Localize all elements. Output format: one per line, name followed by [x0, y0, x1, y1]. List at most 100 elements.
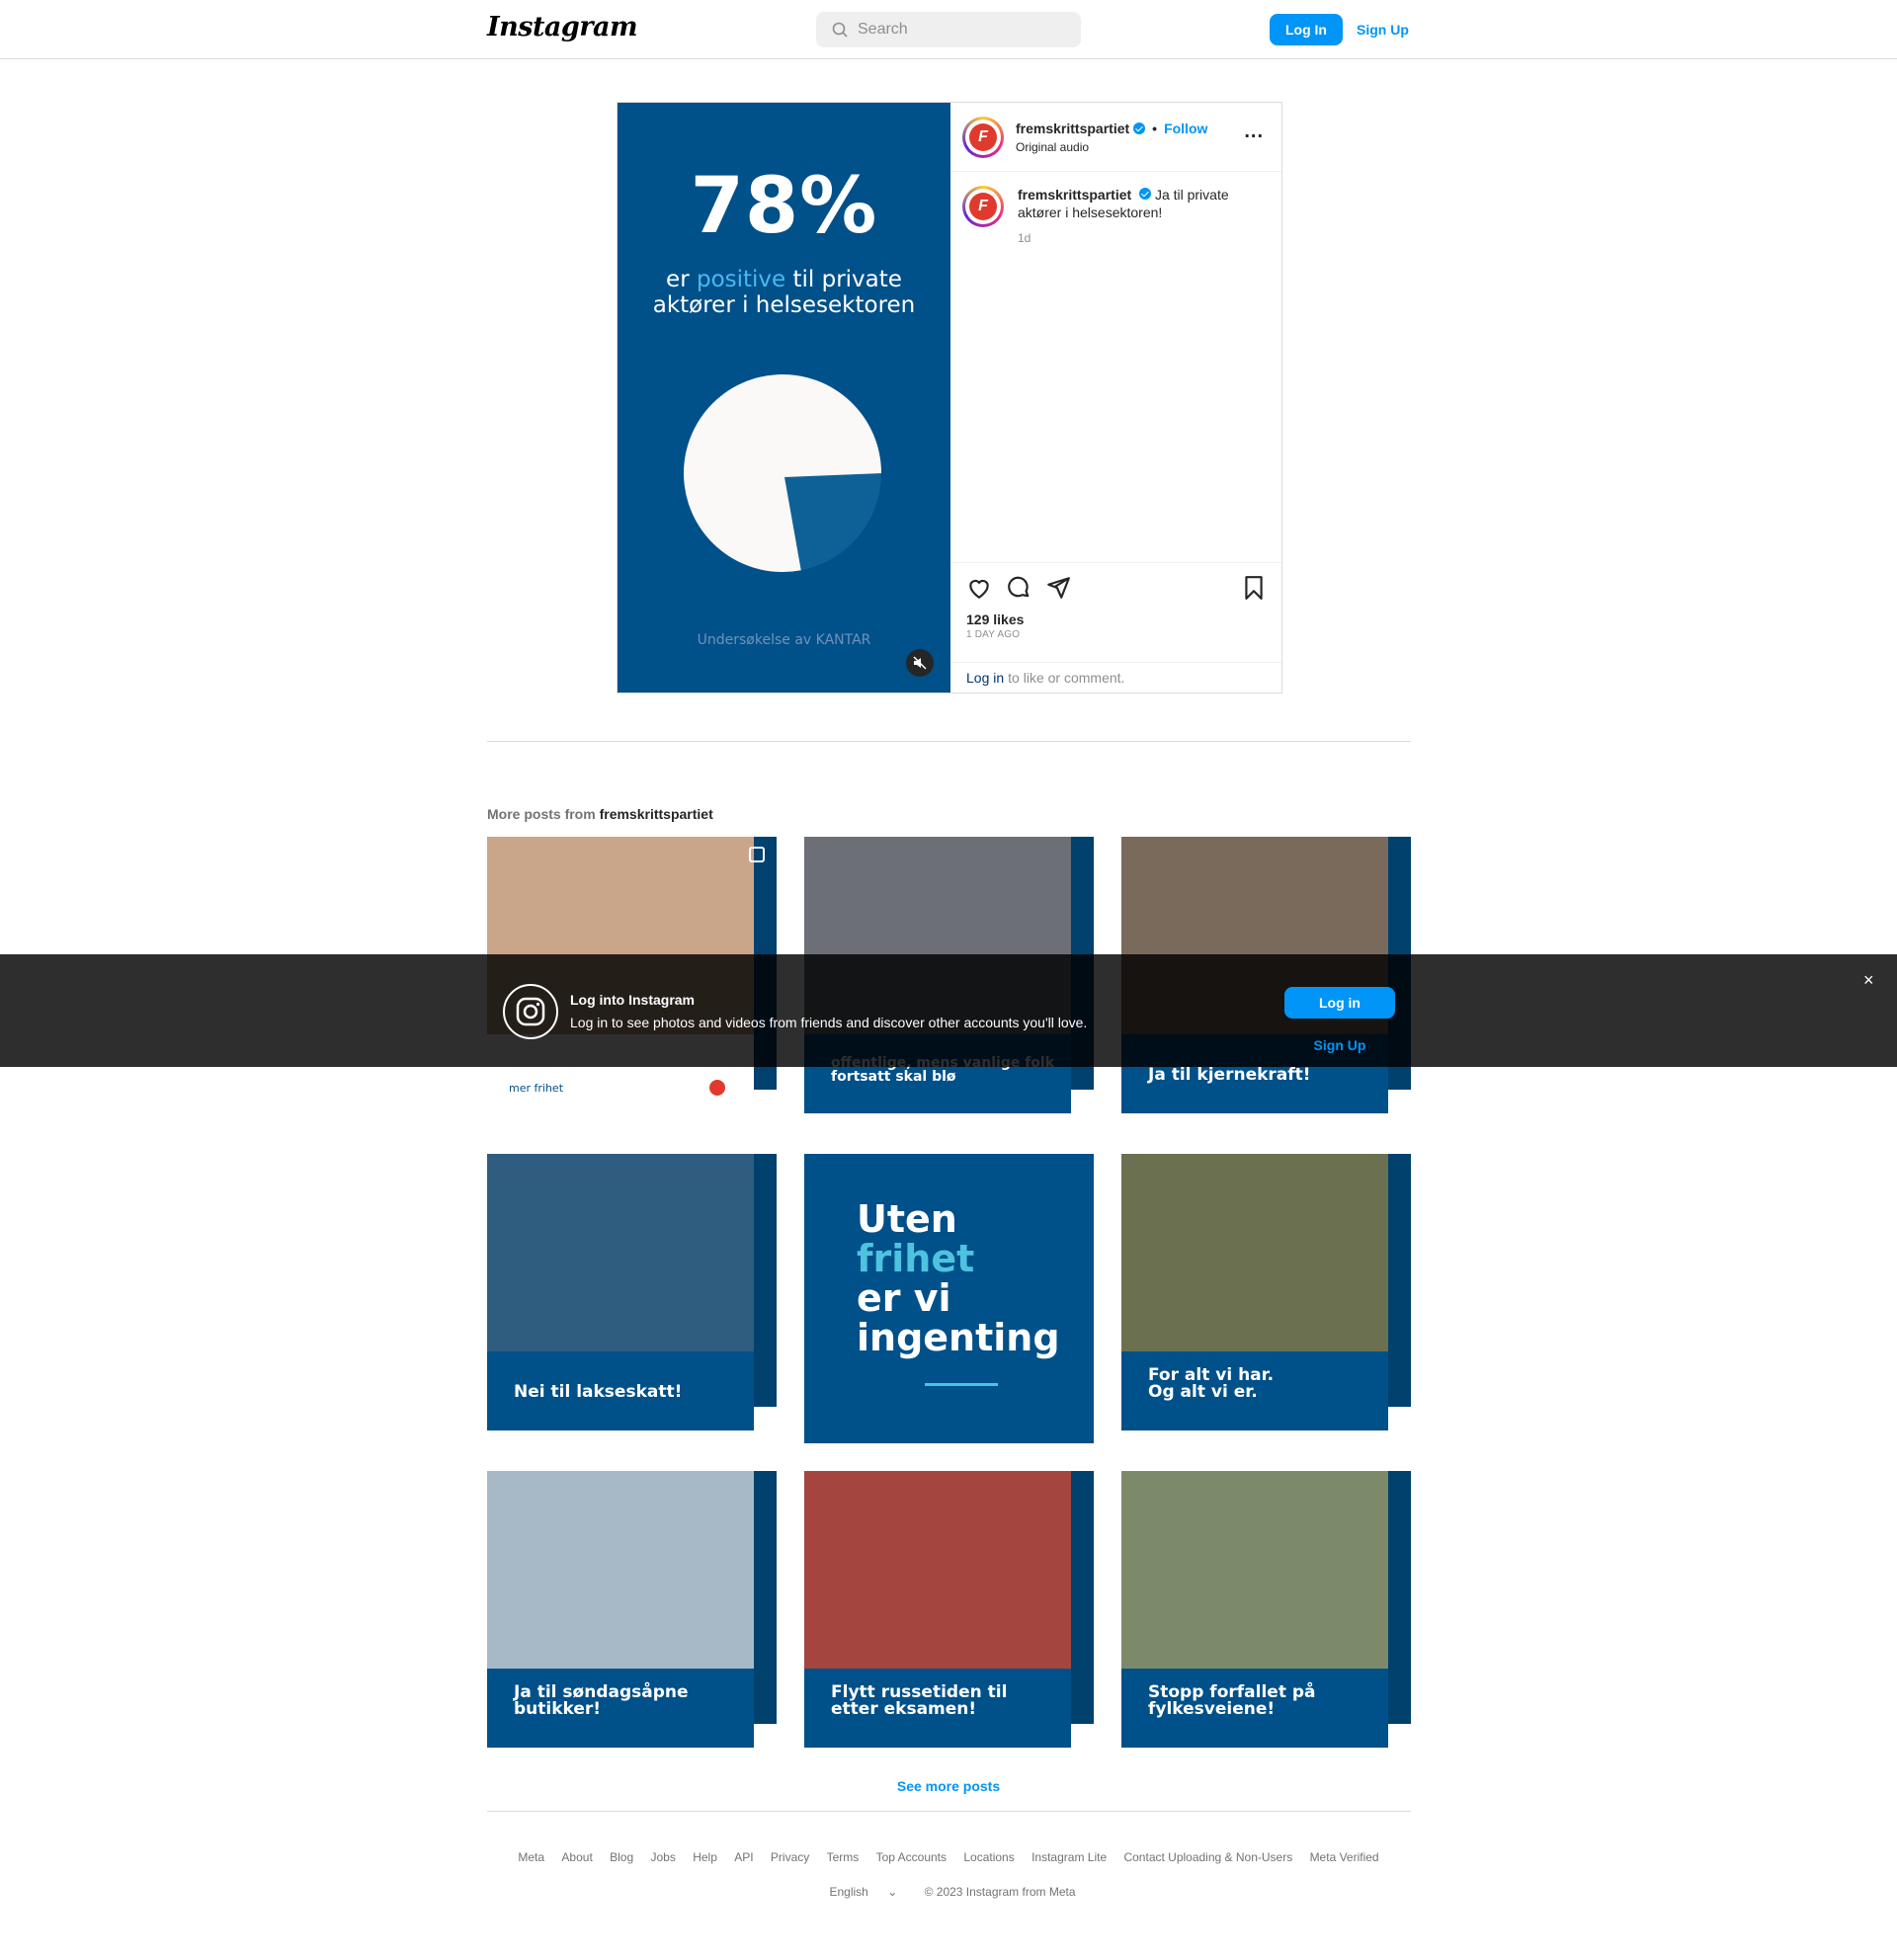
footer-links: Meta About Blog Jobs Help API Privacy Te… — [0, 1850, 1897, 1864]
language-label: English — [829, 1885, 868, 1899]
avatar-inner: F — [965, 189, 1001, 224]
login-banner: Log into Instagram Log in to see photos … — [0, 954, 1897, 1067]
tile-footer: mer frihet — [487, 1070, 754, 1113]
media-pie-chart — [684, 374, 881, 572]
footer-link-blog[interactable]: Blog — [610, 1850, 633, 1864]
grid-tile-9[interactable]: Stopp forfallet på fylkesveiene! — [1121, 1471, 1411, 1760]
heart-icon[interactable] — [966, 575, 992, 601]
media-line1-pre: er — [666, 267, 697, 292]
banner-signup-button[interactable]: Sign Up — [1284, 1029, 1395, 1061]
party-logo-icon: F — [969, 193, 997, 220]
author-row: fremskrittspartiet • Follow — [1016, 121, 1207, 136]
post-actions — [950, 562, 1281, 612]
instagram-logo[interactable]: Instagram — [487, 12, 638, 42]
see-more-posts-button[interactable]: See more posts — [897, 1778, 1000, 1794]
bookmark-icon[interactable] — [1241, 575, 1267, 601]
tile-photo — [487, 1154, 754, 1351]
tile-text: Ja til kjernekraft! — [1148, 1065, 1311, 1085]
tile-text: Ja til søndagsåpne butikker! — [514, 1682, 689, 1719]
party-logo-icon — [709, 1080, 725, 1096]
post-caption: F fremskrittspartiet Ja til private aktø… — [950, 172, 1281, 562]
post-age: 1 DAY AGO — [966, 629, 1021, 640]
close-icon[interactable]: × — [1863, 970, 1874, 991]
footer-link-about[interactable]: About — [561, 1850, 592, 1864]
footer-link-meta-verified[interactable]: Meta Verified — [1310, 1850, 1379, 1864]
tile-back-strip — [754, 1471, 777, 1724]
instagram-camera-icon — [503, 984, 558, 1039]
search-box[interactable] — [816, 12, 1081, 47]
separator-dot: • — [1152, 120, 1158, 136]
login-link[interactable]: Log in — [966, 670, 1004, 686]
tile-line-1: Uten — [857, 1197, 957, 1241]
post-sidebar: F fremskrittspartiet • Follow Original a… — [950, 103, 1281, 693]
tile-back-strip — [1388, 1154, 1411, 1407]
footer-link-terms[interactable]: Terms — [827, 1850, 860, 1864]
verified-badge-icon — [1139, 188, 1152, 200]
tile-back-strip — [754, 1154, 777, 1407]
footer-link-jobs[interactable]: Jobs — [651, 1850, 676, 1864]
header-login-button[interactable]: Log In — [1270, 14, 1343, 45]
media-subtitle: er positive til private aktører i helses… — [618, 267, 950, 318]
footer-link-contact-uploading[interactable]: Contact Uploading & Non-Users — [1123, 1850, 1292, 1864]
grid-tile-6[interactable]: For alt vi har. Og alt vi er. — [1121, 1154, 1411, 1443]
tile-photo — [1121, 1154, 1388, 1351]
footer-link-privacy[interactable]: Privacy — [771, 1850, 809, 1864]
post-media[interactable]: 78% er positive til private aktører i he… — [618, 103, 950, 693]
tile-text: Flytt russetiden til etter eksamen! — [831, 1682, 1008, 1719]
grid-tile-7[interactable]: Ja til søndagsåpne butikker! — [487, 1471, 777, 1760]
carousel-icon — [749, 847, 765, 862]
media-line1-highlight: positive — [696, 267, 786, 292]
grid-tile-4[interactable]: Nei til lakseskatt! — [487, 1154, 777, 1443]
likes-count[interactable]: 129 likes — [950, 612, 1281, 627]
author-block: fremskrittspartiet • Follow Original aud… — [1016, 121, 1207, 154]
mute-button[interactable] — [906, 649, 934, 677]
more-posts-user[interactable]: fremskrittspartiet — [600, 806, 713, 822]
grid-tile-5[interactable]: Uten frihet er vi ingenting — [804, 1154, 1094, 1443]
tile-line-3: er vi — [857, 1276, 951, 1320]
language-select[interactable]: English ⌄ — [821, 1885, 905, 1899]
post-card: 78% er positive til private aktører i he… — [617, 102, 1282, 694]
party-logo-icon: F — [969, 122, 997, 151]
share-icon[interactable] — [1045, 575, 1071, 601]
more-posts-title: More posts from fremskrittspartiet — [487, 806, 713, 822]
media-line2: aktører i helsesektoren — [652, 292, 916, 318]
footer-bottom: English ⌄ © 2023 Instagram from Meta — [0, 1885, 1897, 1899]
footer-link-top-accounts[interactable]: Top Accounts — [876, 1850, 947, 1864]
footer-link-locations[interactable]: Locations — [963, 1850, 1014, 1864]
follow-button[interactable]: Follow — [1164, 121, 1207, 136]
grid-tile-8[interactable]: Flytt russetiden til etter eksamen! — [804, 1471, 1094, 1760]
footer-link-api[interactable]: API — [734, 1850, 753, 1864]
tile-photo — [487, 1471, 754, 1669]
see-more-container: See more posts — [0, 1778, 1897, 1796]
media-big-number: 78% — [690, 162, 878, 251]
tile-band: Stopp forfallet på fylkesveiene! — [1121, 1669, 1388, 1748]
more-posts-prefix: More posts from — [487, 806, 596, 822]
original-audio-link[interactable]: Original audio — [1016, 140, 1207, 154]
tile-band: Nei til lakseskatt! — [487, 1351, 754, 1430]
speaker-muted-icon — [913, 656, 927, 670]
tile-text: Nei til lakseskatt! — [514, 1382, 683, 1402]
search-input[interactable] — [858, 21, 1055, 39]
caption-username[interactable]: fremskrittspartiet — [1018, 187, 1131, 203]
author-username[interactable]: fremskrittspartiet — [1016, 121, 1129, 136]
footer-link-instagram-lite[interactable]: Instagram Lite — [1031, 1850, 1107, 1864]
tile-photo — [1121, 1471, 1388, 1669]
banner-login-button[interactable]: Log in — [1284, 987, 1395, 1019]
caption-avatar[interactable]: F — [962, 186, 1004, 227]
footer-link-help[interactable]: Help — [693, 1850, 717, 1864]
comment-icon[interactable] — [1006, 575, 1031, 601]
tile-band: For alt vi har. Og alt vi er. — [1121, 1351, 1388, 1430]
tile-band: Flytt russetiden til etter eksamen! — [804, 1669, 1071, 1748]
more-options-button[interactable]: ... — [1244, 122, 1264, 141]
login-rest-text: to like or comment. — [1008, 670, 1125, 686]
header-signup-button[interactable]: Sign Up — [1357, 14, 1409, 45]
author-avatar[interactable]: F — [962, 116, 1004, 158]
search-icon — [832, 22, 848, 38]
footer-link-meta[interactable]: Meta — [518, 1850, 544, 1864]
verified-badge-icon — [1133, 122, 1146, 134]
tile-line-2: frihet — [857, 1237, 975, 1280]
banner-text: Log in to see photos and videos from fri… — [570, 1015, 1088, 1030]
tile-back-strip — [1071, 1471, 1094, 1724]
caption-time: 1d — [1018, 231, 1031, 245]
login-to-comment: Log in to like or comment. — [950, 662, 1281, 693]
